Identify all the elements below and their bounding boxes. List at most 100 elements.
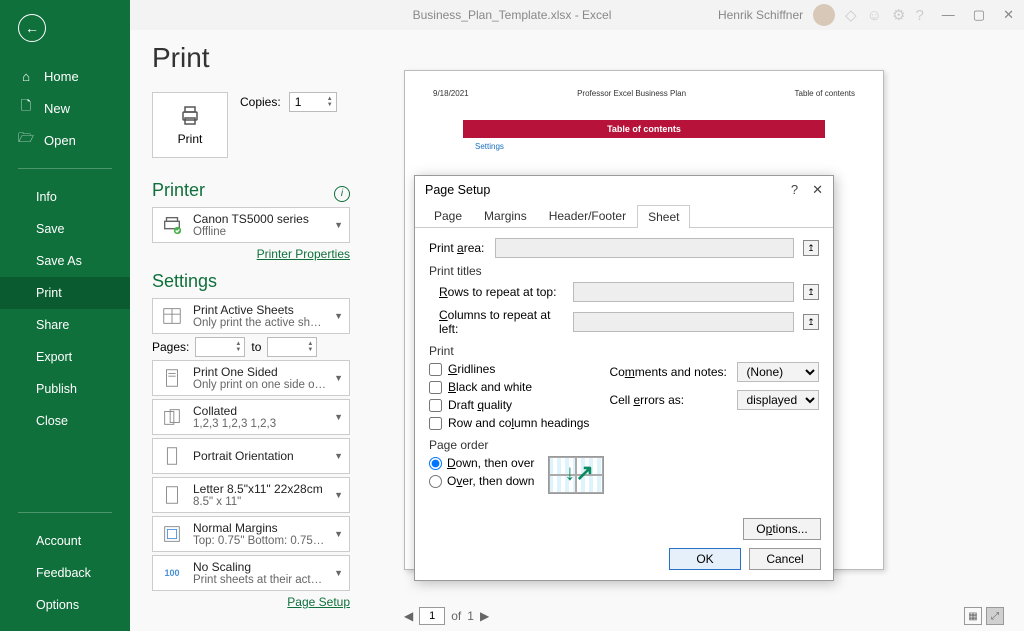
titlebar: Business_Plan_Template.xlsx - Excel Henr…	[0, 0, 1024, 30]
tab-page[interactable]: Page	[423, 204, 473, 227]
cols-repeat-label: Columns to repeat at left:	[439, 308, 567, 336]
draft-checkbox[interactable]: Draft quality	[429, 398, 589, 412]
comments-label: Comments and notes:	[609, 365, 729, 379]
cols-repeat-input[interactable]	[573, 312, 794, 332]
diamond-icon[interactable]: ◇	[845, 6, 857, 24]
chevron-down-icon: ▼	[334, 529, 343, 539]
page-setup-dialog: Page Setup ? ✕ Page Margins Header/Foote…	[414, 175, 834, 581]
rows-repeat-picker[interactable]: ↥	[803, 284, 819, 300]
show-margins-button[interactable]: ▦	[964, 607, 982, 625]
print-column: Print Print Copies: 1 ▲▼ Printer i Canon…	[130, 30, 364, 631]
sidebar-feedback[interactable]: Feedback	[0, 557, 130, 589]
sidebar-info[interactable]: Info	[0, 181, 130, 213]
help-icon[interactable]: ?	[915, 7, 923, 24]
tab-margins[interactable]: Margins	[473, 204, 538, 227]
cols-repeat-picker[interactable]: ↥	[803, 314, 819, 330]
errors-select[interactable]: displayed	[737, 390, 819, 410]
dialog-close-button[interactable]: ✕	[812, 182, 823, 198]
sidebar-export[interactable]: Export	[0, 341, 130, 373]
collation-selector[interactable]: Collated1,2,3 1,2,3 1,2,3 ▼	[152, 399, 350, 435]
chevron-down-icon: ▼	[334, 490, 343, 500]
collate-icon	[159, 404, 185, 430]
sidebar-publish[interactable]: Publish	[0, 373, 130, 405]
comments-select[interactable]: (None)	[737, 362, 819, 382]
margins-icon	[159, 521, 185, 547]
margins-selector[interactable]: Normal MarginsTop: 0.75" Bottom: 0.75" L…	[152, 516, 350, 552]
papersize-selector[interactable]: Letter 8.5"x11" 22x28cm8.5" x 11" ▼	[152, 477, 350, 513]
page-order-label: Page order	[429, 438, 819, 452]
print-what-selector[interactable]: Print Active SheetsOnly print the active…	[152, 298, 350, 334]
new-icon: 🗋	[18, 100, 34, 116]
scaling-selector[interactable]: 100 No ScalingPrint sheets at their actu…	[152, 555, 350, 591]
scaling-icon: 100	[159, 560, 185, 586]
printer-section-title: Printer	[152, 180, 205, 201]
sidebar-home[interactable]: ⌂Home	[0, 60, 130, 92]
sidebar-account[interactable]: Account	[0, 525, 130, 557]
next-page-button[interactable]: ▶	[480, 609, 489, 623]
spinner-arrows[interactable]: ▲▼	[327, 96, 333, 108]
printer-ready-icon	[159, 212, 185, 238]
back-button[interactable]: ←	[18, 14, 46, 42]
pages-from[interactable]: ▲▼	[195, 337, 245, 357]
gridlines-checkbox[interactable]: Gridlines	[429, 362, 589, 376]
dialog-title: Page Setup	[425, 183, 490, 197]
pages-row: Pages: ▲▼ to ▲▼	[152, 337, 350, 357]
page-number-input[interactable]	[419, 607, 445, 625]
prev-page-button[interactable]: ◀	[404, 609, 413, 623]
sidebar-new[interactable]: 🗋New	[0, 92, 130, 124]
maximize-button[interactable]: ▢	[973, 7, 985, 23]
print-titles-label: Print titles	[429, 264, 819, 278]
close-button[interactable]: ✕	[1003, 7, 1014, 23]
cancel-button[interactable]: Cancel	[749, 548, 821, 570]
paper-icon	[159, 482, 185, 508]
pages-to[interactable]: ▲▼	[267, 337, 317, 357]
onesided-icon	[159, 365, 185, 391]
settings-icon[interactable]: ⚙	[892, 6, 905, 24]
copies-spinner[interactable]: 1 ▲▼	[289, 92, 337, 112]
rows-repeat-label: Rows to repeat at top:	[439, 285, 567, 299]
page-order-diagram	[548, 456, 604, 494]
print-button[interactable]: Print	[152, 92, 228, 158]
dialog-tabs: Page Margins Header/Footer Sheet	[415, 204, 833, 228]
print-area-picker[interactable]: ↥	[803, 240, 819, 256]
info-icon[interactable]: i	[334, 186, 350, 202]
page-heading: Print	[152, 42, 350, 74]
printer-selector[interactable]: Canon TS5000 series Offline ▼	[152, 207, 350, 243]
rowcol-checkbox[interactable]: Row and column headings	[429, 416, 589, 430]
sides-selector[interactable]: Print One SidedOnly print on one side of…	[152, 360, 350, 396]
toc-bar: Table of contents	[463, 120, 825, 138]
window-controls: — ▢ ✕	[942, 7, 1014, 23]
sidebar-share[interactable]: Share	[0, 309, 130, 341]
down-then-over-radio[interactable]: Down, then over	[429, 456, 534, 470]
sidebar-close[interactable]: Close	[0, 405, 130, 437]
sidebar-print[interactable]: Print	[0, 277, 130, 309]
minimize-button[interactable]: —	[942, 7, 955, 23]
over-then-down-radio[interactable]: Over, then down	[429, 474, 534, 488]
sidebar-saveas[interactable]: Save As	[0, 245, 130, 277]
blackwhite-checkbox[interactable]: Black and white	[429, 380, 589, 394]
chevron-down-icon: ▼	[334, 373, 343, 383]
printer-properties-link[interactable]: Printer Properties	[257, 247, 350, 261]
smile-icon[interactable]: ☺	[867, 7, 882, 24]
printer-icon	[176, 104, 204, 128]
orientation-selector[interactable]: Portrait Orientation ▼	[152, 438, 350, 474]
window-title: Business_Plan_Template.xlsx - Excel	[413, 8, 612, 22]
options-button[interactable]: Options...	[743, 518, 821, 540]
avatar[interactable]	[813, 4, 835, 26]
page-setup-link[interactable]: Page Setup	[287, 595, 350, 609]
home-icon: ⌂	[18, 68, 34, 84]
sidebar-save[interactable]: Save	[0, 213, 130, 245]
zoom-to-page-button[interactable]: ⤢	[986, 607, 1004, 625]
chevron-down-icon: ▼	[334, 568, 343, 578]
ok-button[interactable]: OK	[669, 548, 741, 570]
tab-headerfooter[interactable]: Header/Footer	[538, 204, 637, 227]
sidebar-options[interactable]: Options	[0, 589, 130, 621]
dialog-help-button[interactable]: ?	[791, 182, 798, 198]
portrait-icon	[159, 443, 185, 469]
sidebar-open[interactable]: 🗁Open	[0, 124, 130, 156]
settings-cell: Settings	[475, 142, 855, 151]
print-options-label: Print	[429, 344, 819, 358]
print-area-input[interactable]	[495, 238, 794, 258]
rows-repeat-input[interactable]	[573, 282, 794, 302]
tab-sheet[interactable]: Sheet	[637, 205, 690, 228]
